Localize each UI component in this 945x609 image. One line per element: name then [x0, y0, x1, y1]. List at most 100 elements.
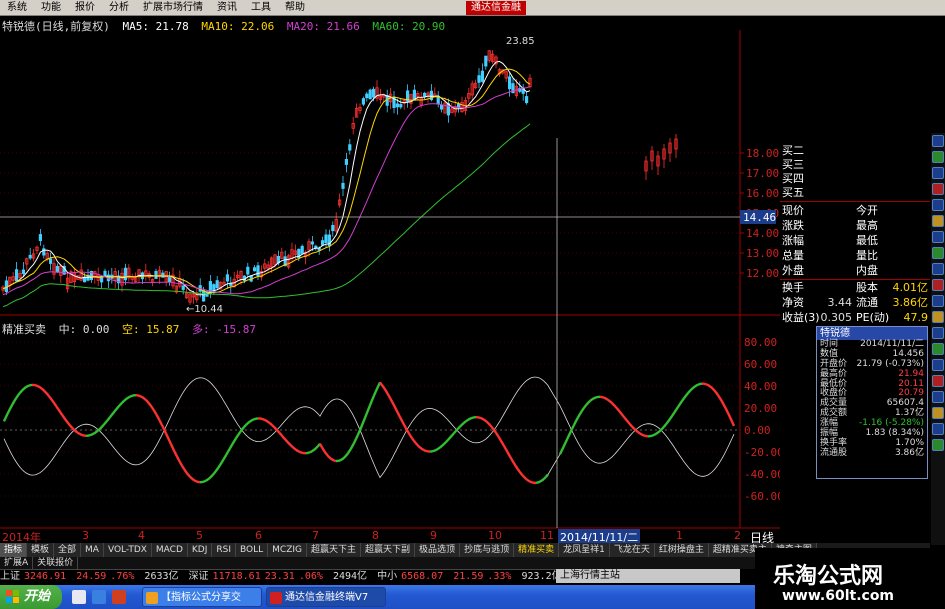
browser-icon[interactable]: [92, 590, 106, 604]
indicator-tab[interactable]: 模板: [27, 543, 55, 557]
tool-button[interactable]: [932, 247, 944, 259]
indicator-tab[interactable]: MCZIG: [268, 543, 308, 557]
indicator-tab[interactable]: 超赢天下主: [307, 543, 362, 557]
indicator-tab[interactable]: 龙凤呈祥1: [559, 543, 610, 557]
indicator-tab[interactable]: KDJ: [187, 543, 213, 557]
x-tick-label: 3: [82, 529, 89, 542]
indicator-segment: [728, 416, 734, 422]
desktop-icon[interactable]: [72, 590, 86, 604]
tool-strip: [931, 133, 945, 545]
indicator-tab[interactable]: BOLL: [236, 543, 269, 557]
data-window[interactable]: 特锐德 时间 2014/11/11/二 数值 14.456 开盘价 21.79 (-0.7…: [816, 326, 928, 479]
indicator-segment: [265, 419, 269, 423]
x-tick-label: 6: [255, 529, 262, 542]
indicator-segment: [41, 387, 45, 392]
indicator-tab[interactable]: 抄底与逃顶: [460, 543, 515, 557]
indicator-tab[interactable]: 飞龙在天: [609, 543, 655, 557]
indicator-segment: [469, 416, 473, 420]
tool-button[interactable]: [932, 407, 944, 419]
indicator-segment: [681, 397, 685, 402]
indicator-segment: [578, 410, 584, 415]
indicator-segment: [502, 445, 508, 451]
x-tick-label: 1: [676, 529, 683, 542]
menu-quote[interactable]: 报价: [68, 0, 102, 16]
menu-function[interactable]: 功能: [34, 0, 68, 16]
start-button[interactable]: 开始: [0, 585, 62, 609]
tool-button[interactable]: [932, 263, 944, 275]
tool-button[interactable]: [932, 279, 944, 291]
sh-index-change: 24.59: [76, 571, 107, 582]
price-tick-label: 14.00: [746, 227, 779, 240]
tab-related-quote[interactable]: 关联报价: [33, 557, 79, 569]
x-tick-label: 7: [312, 529, 319, 542]
indicator-tab[interactable]: MACD: [151, 543, 188, 557]
tool-button[interactable]: [932, 391, 944, 403]
tool-button[interactable]: [932, 311, 944, 323]
indicator-segment: [178, 461, 184, 467]
taskbar-item-tdx[interactable]: 通达信金融终端V7: [266, 587, 386, 607]
tool-button[interactable]: [932, 167, 944, 179]
indicator-tab[interactable]: 全部: [54, 543, 82, 557]
indicator-segment: [343, 454, 347, 459]
indicator-segment: [61, 414, 65, 419]
indicator-tab[interactable]: 极品选顶: [415, 543, 461, 557]
indicator-tab[interactable]: 超赢天下副: [361, 543, 416, 557]
indicator-segment: [4, 412, 10, 418]
indicator-tab[interactable]: VOL-TDX: [103, 543, 152, 557]
indicator-segment: [615, 406, 619, 411]
indicator-segment: [479, 416, 483, 420]
indicator-segment: [275, 428, 279, 432]
menu-help[interactable]: 帮助: [278, 0, 312, 16]
tool-button[interactable]: [932, 423, 944, 435]
indicator-segment: [149, 403, 153, 409]
indicator-segment: [435, 447, 439, 452]
indicator-tab[interactable]: RSI: [212, 543, 237, 557]
indicator-segment: [517, 468, 521, 473]
tool-button[interactable]: [932, 231, 944, 243]
menu-tools[interactable]: 工具: [244, 0, 278, 16]
indicator-tab[interactable]: 指标: [0, 543, 28, 557]
indicator-tab[interactable]: MA: [81, 543, 104, 557]
candle-body: [181, 285, 185, 290]
candle-body: [103, 270, 107, 276]
indicator-segment: [589, 398, 593, 402]
tool-button[interactable]: [932, 199, 944, 211]
tool-button[interactable]: [932, 439, 944, 451]
indicator-tab[interactable]: 精准买卖: [514, 543, 560, 557]
indicator-tab[interactable]: 红树操盘主: [654, 543, 709, 557]
tool-button[interactable]: [932, 375, 944, 387]
tool-button[interactable]: [932, 183, 944, 195]
indicator-segment: [453, 430, 457, 434]
app-icon[interactable]: [112, 590, 126, 604]
indicator-segment: [152, 409, 158, 415]
indicator-segment: [176, 457, 182, 463]
candle-body: [38, 234, 43, 242]
menu-news[interactable]: 资讯: [210, 0, 244, 16]
taskbar-item-forum[interactable]: 【指标公式分享交: [142, 587, 262, 607]
bid-label: 买二: [782, 144, 804, 157]
zx-index-pct: .33%: [487, 571, 512, 582]
indicator-segment: [241, 426, 245, 431]
indicator-segment: [541, 477, 545, 482]
tool-button[interactable]: [932, 359, 944, 371]
indicator-segment: [653, 432, 657, 437]
indicator-segment: [191, 477, 195, 482]
indicator-segment: [625, 418, 629, 423]
tool-button[interactable]: [932, 343, 944, 355]
menu-analysis[interactable]: 分析: [102, 0, 136, 16]
tool-button[interactable]: [932, 135, 944, 147]
tool-button[interactable]: [932, 151, 944, 163]
stock-chart[interactable]: 18.0017.0016.0015.0014.0013.0012.0014.46…: [0, 16, 780, 529]
indicator-segment: [189, 475, 193, 480]
indicator-tick-label: 40.00: [744, 380, 777, 393]
indicator-segment: [637, 431, 641, 435]
tool-button[interactable]: [932, 327, 944, 339]
tool-button[interactable]: [932, 295, 944, 307]
menu-system[interactable]: 系统: [0, 0, 34, 16]
candle-body: [331, 225, 335, 232]
indicator-segment: [237, 431, 241, 436]
tool-button[interactable]: [932, 215, 944, 227]
quote-server[interactable]: 上海行情主站: [556, 569, 740, 583]
tab-extended-a[interactable]: 扩展A: [0, 557, 34, 569]
menu-extended-market[interactable]: 扩展市场行情: [136, 0, 210, 16]
